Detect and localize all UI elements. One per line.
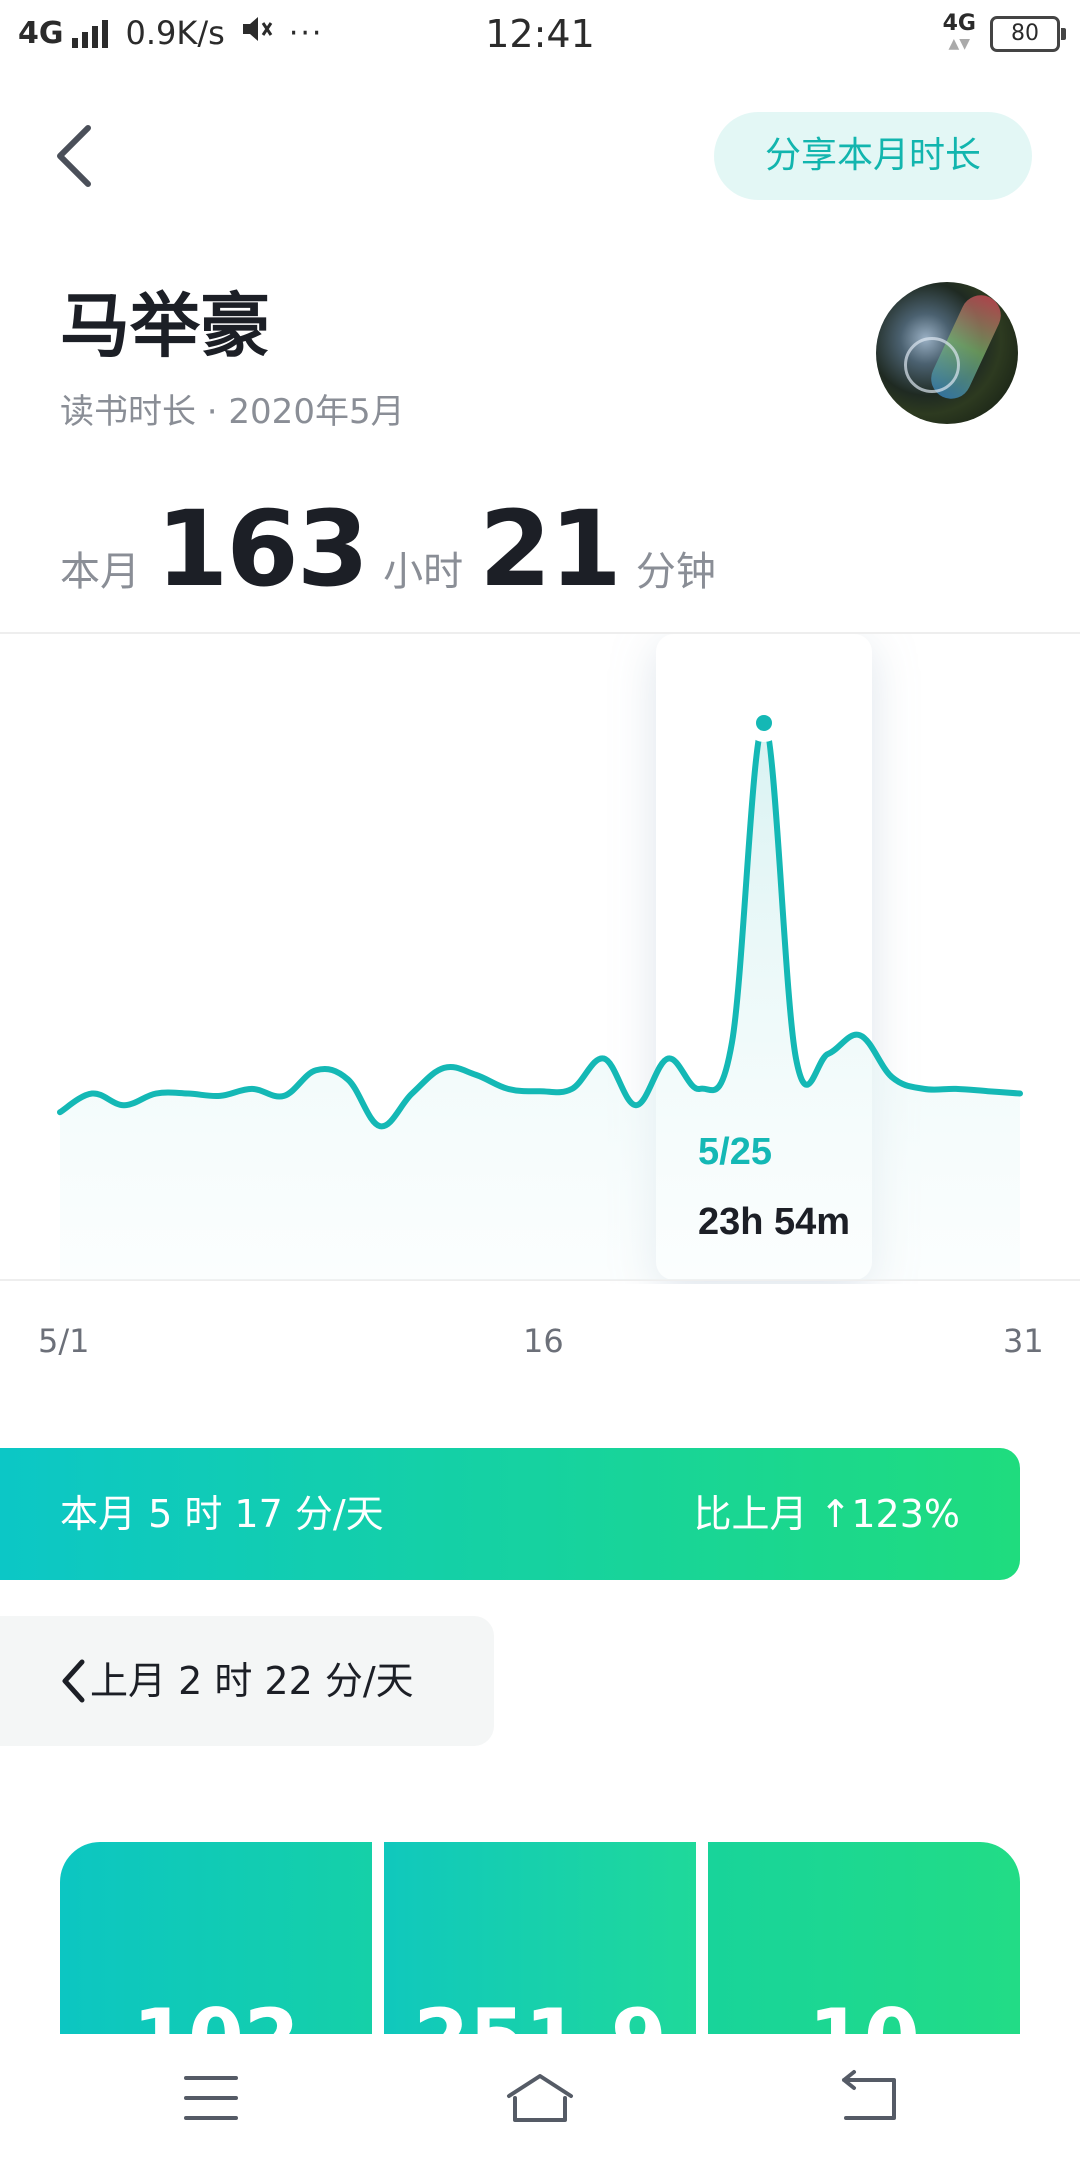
data-point[interactable]: [89, 1091, 95, 1097]
stat-card[interactable]: 10: [708, 1842, 1020, 2034]
hours-unit: 小时: [383, 549, 464, 595]
data-point[interactable]: [665, 1056, 671, 1062]
highlight-date: 5/25: [698, 1131, 772, 1173]
monthly-total: 本月 163 小时 21 分钟: [60, 488, 716, 610]
data-point[interactable]: [505, 1086, 511, 1092]
menu-button[interactable]: [166, 2066, 256, 2130]
reading-time-chart[interactable]: 5/25 23h 54m: [0, 634, 1080, 1284]
stat-cards: 102 251.9 10: [60, 1842, 1020, 2034]
data-point[interactable]: [889, 1074, 895, 1080]
data-point[interactable]: [185, 1091, 191, 1097]
data-point[interactable]: [601, 1056, 607, 1062]
data-point[interactable]: [1017, 1091, 1023, 1097]
data-point[interactable]: [473, 1072, 479, 1078]
data-point[interactable]: [729, 1039, 735, 1045]
system-nav-bar: [0, 2034, 1080, 2160]
data-point[interactable]: [121, 1102, 127, 1108]
total-hours: 163: [156, 488, 369, 610]
home-icon: [507, 2074, 573, 2122]
total-minutes: 21: [479, 488, 622, 610]
back-arrow-icon: [842, 2070, 896, 2120]
data-point[interactable]: [377, 1123, 383, 1129]
menu-icon: [184, 2076, 238, 2120]
clock: 12:41: [485, 12, 595, 56]
stat-card[interactable]: 102: [60, 1842, 372, 2034]
data-point[interactable]: [697, 1086, 703, 1092]
status-bar: 4G 0.9K/s ··· 12:41 4G ▲▼ 80: [0, 0, 1080, 72]
data-point[interactable]: [825, 1051, 831, 1057]
user-name: 马举豪: [60, 285, 270, 367]
home-button[interactable]: [495, 2066, 585, 2130]
data-point[interactable]: [953, 1086, 959, 1092]
back-nav-button[interactable]: [824, 2066, 914, 2130]
minutes-unit: 分钟: [635, 549, 716, 595]
data-point[interactable]: [985, 1088, 991, 1094]
x-tick-label: 5/1: [38, 1322, 90, 1360]
stat-value: 10: [708, 1992, 1020, 2034]
data-point[interactable]: [537, 1088, 543, 1094]
highlight-value: 23h 54m: [698, 1201, 850, 1243]
avatar[interactable]: [876, 282, 1018, 424]
data-point[interactable]: [793, 1056, 799, 1062]
data-point[interactable]: [633, 1102, 639, 1108]
stat-value: 251.9: [384, 1992, 696, 2034]
data-point[interactable]: [249, 1086, 255, 1092]
data-point[interactable]: [569, 1086, 575, 1092]
chevron-left-icon: [62, 1659, 85, 1703]
data-point[interactable]: [441, 1065, 447, 1071]
data-point[interactable]: [153, 1091, 159, 1097]
battery-icon: 80: [990, 16, 1066, 52]
total-prefix: 本月: [60, 549, 140, 595]
status-right: 4G ▲▼ 80: [942, 11, 1066, 54]
last-month-daily-button[interactable]: 上月 2 时 22 分/天: [0, 1616, 494, 1746]
data-point[interactable]: [217, 1093, 223, 1099]
data-point[interactable]: [313, 1067, 319, 1073]
data-point[interactable]: [857, 1032, 863, 1038]
x-tick-label: 16: [523, 1322, 564, 1360]
reading-duration-subtitle: 读书时长 · 2020年5月: [60, 392, 405, 432]
network-type-secondary: 4G ▲▼: [942, 11, 976, 53]
data-point[interactable]: [345, 1077, 351, 1083]
chevron-left-icon: [57, 125, 91, 187]
highlight-point[interactable]: [756, 714, 772, 731]
stat-value: 102: [60, 1992, 372, 2034]
data-point[interactable]: [409, 1091, 415, 1097]
last-month-daily: 上月 2 时 22 分/天: [90, 1659, 414, 1703]
this-month-daily: 本月 5 时 17 分/天: [60, 1492, 384, 1536]
data-point[interactable]: [281, 1093, 287, 1099]
x-tick-label: 31: [1003, 1322, 1044, 1360]
data-point[interactable]: [921, 1086, 927, 1092]
back-button[interactable]: [48, 120, 108, 192]
share-month-button[interactable]: 分享本月时长: [714, 112, 1032, 200]
daily-average-bar: 本月 5 时 17 分/天 比上月 ↑123%: [0, 1448, 1020, 1580]
month-comparison: 比上月 ↑123%: [693, 1492, 960, 1536]
chart-area: [60, 722, 1020, 1280]
data-point[interactable]: [57, 1109, 63, 1115]
stat-card[interactable]: 251.9: [384, 1842, 696, 2034]
